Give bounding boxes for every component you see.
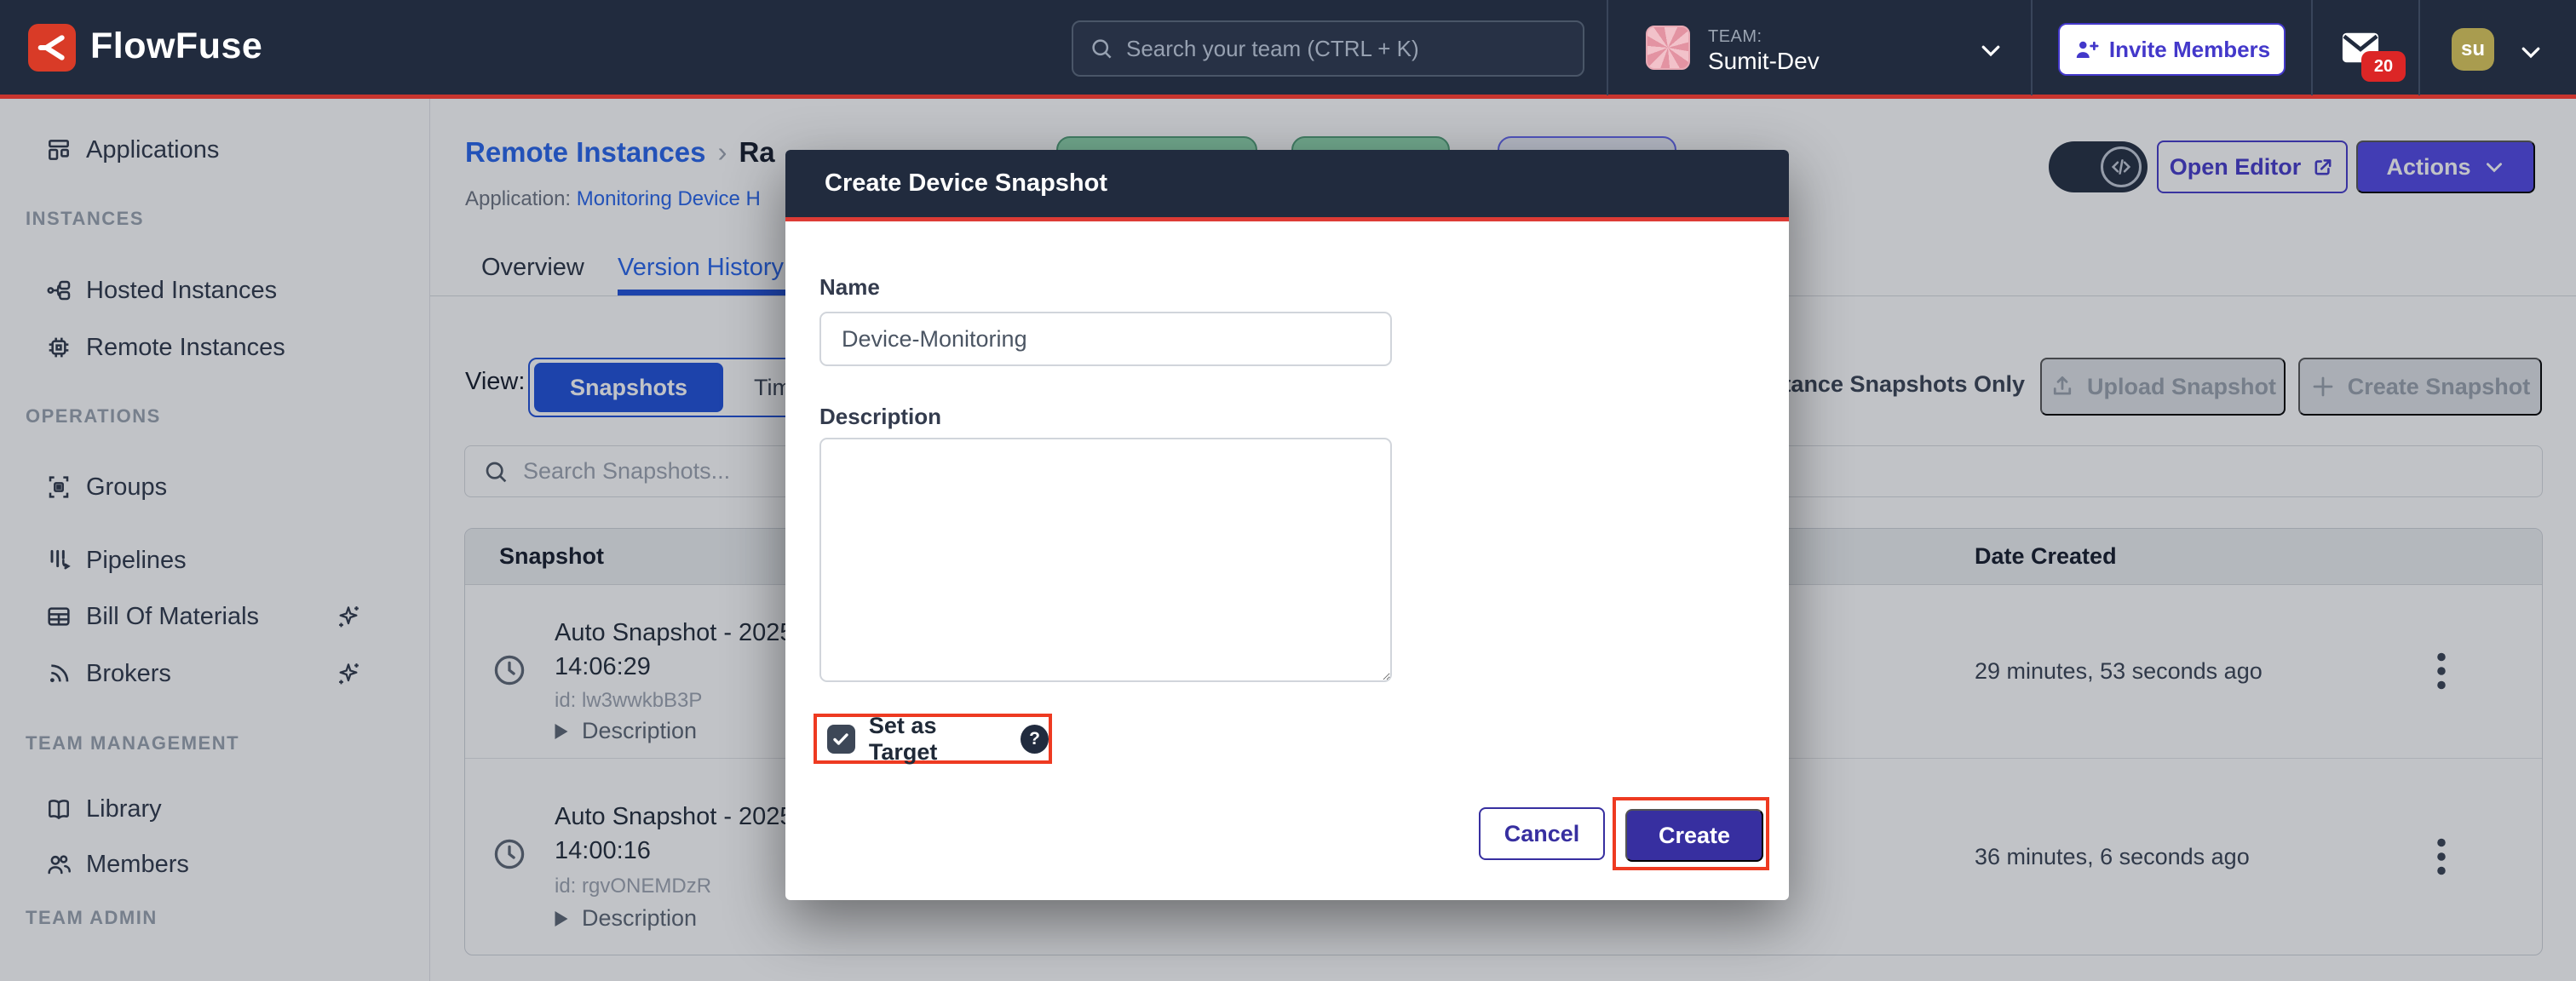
team-label: TEAM: bbox=[1708, 27, 1762, 47]
team-search-input[interactable] bbox=[1126, 36, 1567, 62]
user-plus-icon bbox=[2073, 37, 2099, 62]
team-search[interactable] bbox=[1072, 20, 1584, 77]
create-button[interactable]: Create bbox=[1625, 809, 1763, 862]
team-chevron-down-icon[interactable] bbox=[1978, 37, 2004, 63]
notification-badge: 20 bbox=[2361, 51, 2406, 82]
set-as-target-checkbox[interactable] bbox=[827, 725, 855, 754]
topbar-divider bbox=[2311, 0, 2313, 95]
help-icon[interactable]: ? bbox=[1021, 725, 1049, 754]
description-label: Description bbox=[819, 404, 941, 430]
invite-members-button[interactable]: Invite Members bbox=[2058, 23, 2286, 76]
invite-members-label: Invite Members bbox=[2109, 37, 2270, 63]
topbar-divider bbox=[2031, 0, 2033, 95]
set-as-target-label: Set as Target bbox=[869, 713, 1007, 766]
topbar-divider bbox=[2418, 0, 2420, 95]
flowfuse-logo-icon[interactable] bbox=[28, 24, 76, 72]
create-device-snapshot-modal: Create Device Snapshot Name Description … bbox=[785, 150, 1789, 900]
name-field[interactable] bbox=[819, 312, 1392, 366]
cancel-button[interactable]: Cancel bbox=[1479, 807, 1605, 860]
team-avatar[interactable] bbox=[1646, 26, 1690, 70]
topbar-divider bbox=[1607, 0, 1608, 95]
modal-title: Create Device Snapshot bbox=[785, 150, 1789, 221]
set-as-target-annotation: Set as Target ? bbox=[814, 714, 1052, 764]
user-menu-chevron-down-icon[interactable] bbox=[2518, 39, 2544, 65]
user-avatar[interactable]: su bbox=[2452, 28, 2494, 71]
search-icon bbox=[1089, 36, 1114, 61]
logo-wordmark[interactable]: FlowFuse bbox=[90, 26, 262, 67]
topbar: FlowFuse TEAM: Sumit-Dev Invite Members … bbox=[0, 0, 2576, 99]
create-button-annotation: Create bbox=[1613, 797, 1769, 870]
name-label: Name bbox=[819, 274, 880, 301]
team-name[interactable]: Sumit-Dev bbox=[1708, 48, 1820, 75]
description-field[interactable] bbox=[819, 438, 1392, 682]
